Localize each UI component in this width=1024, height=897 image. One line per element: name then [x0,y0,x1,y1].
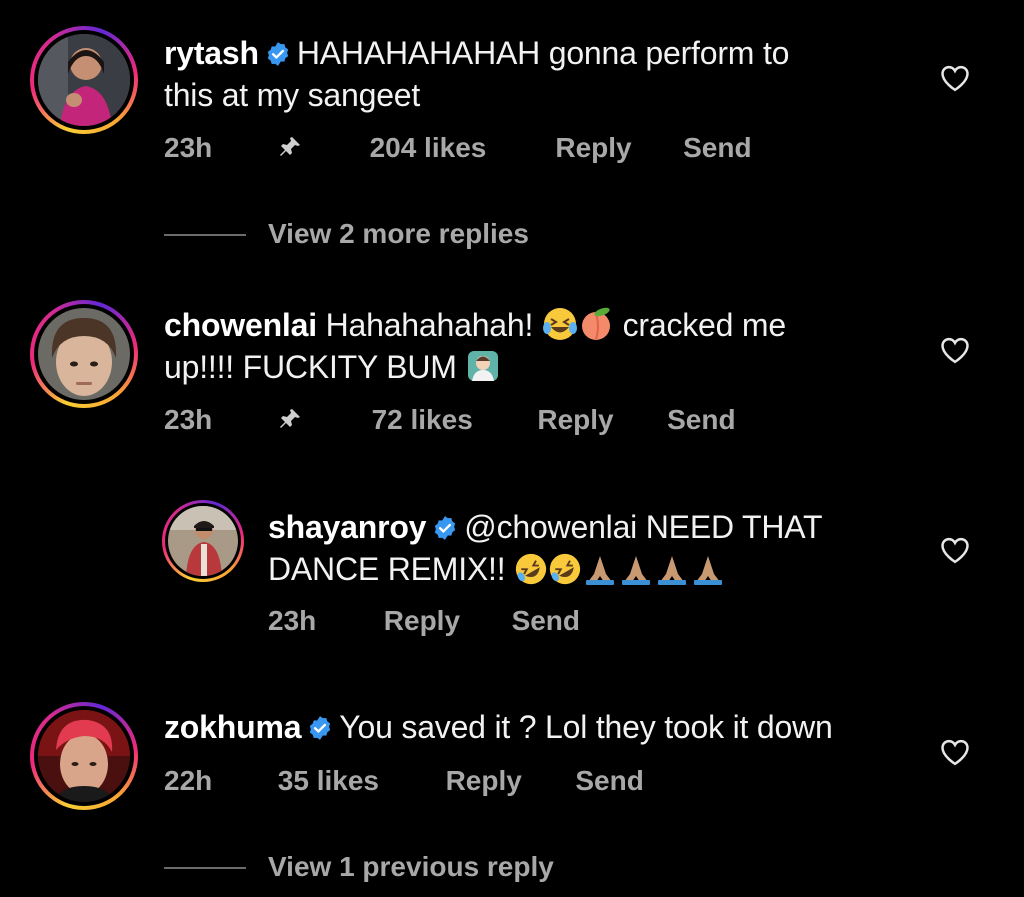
replies-divider [164,234,246,236]
username[interactable]: zokhuma [164,709,301,745]
send-button[interactable]: Send [667,404,735,436]
person-facepalm-emoji-icon [468,351,499,381]
comment-text-line2: this at my sangeet [164,77,421,113]
rofl-emoji-icon [516,553,547,585]
peach-emoji-icon [581,307,610,340]
timestamp: 23h [164,132,213,163]
timestamp: 23h [268,605,317,636]
like-heart-icon[interactable] [940,336,970,364]
likes-count[interactable]: 35 likes [278,765,438,797]
reply-button[interactable]: Reply [384,605,504,637]
comment-body: rytash HAHAHAHAHAH gonna perform to this … [164,32,924,116]
avatar[interactable] [30,26,138,134]
folded-hands-emoji-icon [658,556,687,585]
send-button[interactable]: Send [683,132,751,164]
view-more-replies-button[interactable]: View 2 more replies [268,218,529,250]
folded-hands-emoji-icon [694,556,723,585]
view-previous-reply-button[interactable]: View 1 previous reply [268,851,554,883]
username[interactable]: rytash [164,35,259,71]
comment-text-line1: HAHAHAHAHAH gonna perform to [296,35,790,71]
avatar-shayanroy-image [168,506,238,576]
comment-meta: 23h Reply Send [268,605,580,637]
verified-badge-icon [310,716,331,740]
comment-meta: 22h 35 likes Reply Send [164,765,644,797]
like-heart-icon[interactable] [940,738,970,766]
avatar[interactable] [162,500,244,582]
comment-meta: 23h 204 likes Reply Send [164,132,752,164]
timestamp: 23h [164,404,213,435]
comment-body: chowenlai Hahahahahah! cracked me up!!!!… [164,304,924,388]
laughing-tears-emoji-icon [542,308,577,340]
reply-button[interactable]: Reply [446,765,568,797]
send-button[interactable]: Send [575,765,643,797]
comment-text-line2: up!!!! FUCKITY BUM [164,349,457,385]
comment-text-line2: DANCE REMIX!! [268,551,506,587]
pin-icon [278,404,364,436]
avatar[interactable] [30,702,138,810]
timestamp: 22h [164,765,213,796]
folded-hands-emoji-icon [622,556,651,585]
comment-text-line1: @chowenlai NEED THAT [464,509,823,545]
comment-body: zokhuma You saved it ? Lol they took it d… [164,706,934,748]
verified-badge-icon [435,516,456,540]
like-heart-icon[interactable] [940,64,970,92]
comment-text-line1-b: cracked me [622,307,787,343]
send-button[interactable]: Send [512,605,580,637]
comment-text-line1-a: Hahahahahah! [325,307,534,343]
avatar-chowenlai-image [38,308,130,400]
like-heart-icon[interactable] [940,536,970,564]
likes-count[interactable]: 204 likes [370,132,548,164]
verified-badge-icon [267,42,289,66]
folded-hands-emoji-icon [586,556,615,585]
comment-body: shayanroy @chowenlai NEED THAT DANCE REMI… [268,506,928,590]
username[interactable]: chowenlai [164,307,317,343]
pin-icon [278,132,362,164]
comment-meta: 23h 72 likes Reply Send [164,404,736,436]
avatar[interactable] [30,300,138,408]
rofl-emoji-icon [550,553,581,585]
comment-text-line1: You saved it ? Lol they took it down [339,709,833,745]
reply-button[interactable]: Reply [537,404,659,436]
reply-button[interactable]: Reply [555,132,675,164]
replies-divider [164,867,246,869]
avatar-rytash-image [38,34,130,126]
likes-count[interactable]: 72 likes [372,404,530,436]
username[interactable]: shayanroy [268,509,426,545]
avatar-zokhuma-image [38,710,130,802]
